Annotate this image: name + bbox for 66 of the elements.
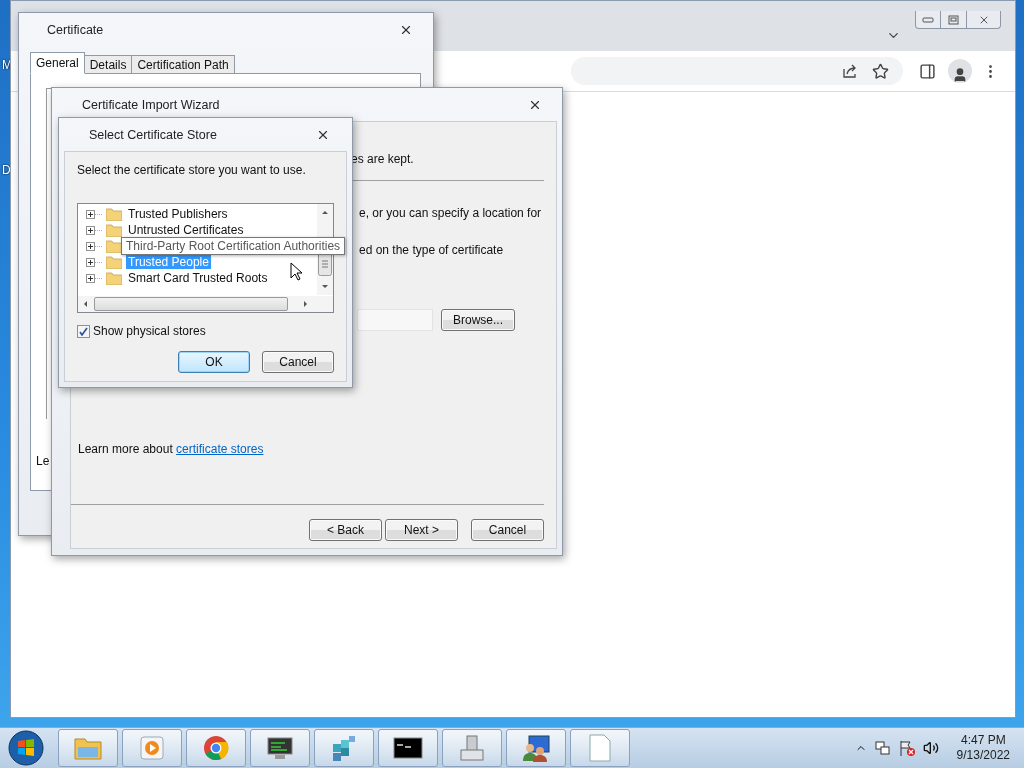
tree-item-label[interactable]: Smart Card Trusted Roots	[126, 271, 270, 285]
window-title: Certificate Import Wizard	[82, 97, 220, 112]
server-icon	[458, 734, 486, 762]
expand-icon[interactable]	[86, 257, 102, 267]
share-icon[interactable]	[842, 63, 858, 79]
volume-icon[interactable]	[922, 740, 939, 756]
wizard-button[interactable]: Next >	[385, 519, 458, 541]
window-title: Certificate	[47, 22, 104, 37]
checkbox-label[interactable]: Show physical stores	[93, 324, 206, 338]
folder-icon	[106, 223, 122, 237]
taskbar-app-button[interactable]	[378, 729, 438, 767]
flag-error-icon[interactable]	[898, 740, 915, 756]
expand-icon[interactable]	[86, 241, 102, 251]
dialog-button[interactable]: OK	[178, 351, 250, 373]
terminal-icon	[393, 737, 423, 759]
tree-item[interactable]: Smart Card Trusted Roots	[86, 270, 270, 286]
wizard-button[interactable]: < Back	[309, 519, 382, 541]
side-panel-icon[interactable]	[919, 62, 936, 80]
browse-button[interactable]: Browse...	[441, 309, 515, 331]
media-player-icon	[139, 735, 165, 761]
folder-icon	[106, 207, 122, 221]
tree-item-label[interactable]: Untrusted Certificates	[126, 223, 246, 237]
folder-icon	[106, 271, 122, 285]
window-title: Select Certificate Store	[89, 127, 217, 142]
tab[interactable]: Certification Path	[131, 55, 235, 74]
folder-icon	[106, 239, 122, 253]
horizontal-scrollbar[interactable]	[78, 296, 333, 312]
dialog-button[interactable]: Cancel	[262, 351, 334, 373]
description-text: e, or you can specify a location for	[359, 206, 543, 220]
users-icon	[521, 734, 551, 762]
monitor-icon	[265, 735, 295, 761]
tree-item[interactable]: Trusted Publishers	[86, 206, 230, 222]
wizard-button[interactable]: Cancel	[471, 519, 544, 541]
star-icon[interactable]	[872, 62, 889, 80]
desktop-icon-label[interactable]: D	[2, 163, 11, 177]
learn-more-text: Learn more about certificate stores	[78, 442, 265, 456]
document-icon	[588, 734, 612, 762]
tab[interactable]: General	[30, 52, 85, 74]
network-icon[interactable]	[874, 740, 891, 756]
scrollbar-thumb[interactable]	[94, 297, 288, 311]
profile-avatar[interactable]	[948, 59, 972, 83]
tree-item[interactable]: Untrusted Certificates	[86, 222, 246, 238]
taskbar-app-button[interactable]	[250, 729, 310, 767]
folder-icon	[106, 255, 122, 269]
expand-icon[interactable]	[86, 209, 102, 219]
clock[interactable]: 4:47 PM 9/13/2022	[956, 733, 1010, 763]
tab[interactable]: Details	[83, 55, 133, 74]
maximize-icon[interactable]	[948, 14, 959, 25]
minimize-icon[interactable]	[922, 16, 934, 23]
path-field[interactable]	[357, 309, 433, 331]
certificate-stores-link[interactable]: certificate stores	[176, 442, 264, 456]
description-text: ed on the type of certificate	[359, 243, 505, 257]
tree-item[interactable]: Third-Party Root Certification Authorities	[86, 238, 346, 254]
learn-more-text: Le	[36, 454, 50, 468]
desktop-icon-label[interactable]: M	[2, 58, 12, 72]
taskbar-app-button[interactable]	[506, 729, 566, 767]
expand-icon[interactable]	[86, 273, 102, 283]
tooltip: Third-Party Root Certification Authorities	[121, 237, 346, 255]
tree-item-label[interactable]: Trusted Publishers	[126, 207, 230, 221]
instruction-text: Select the certificate store you want to use.	[77, 163, 307, 177]
checkbox[interactable]	[77, 324, 90, 338]
folder-icon	[73, 735, 103, 761]
mouse-cursor	[290, 262, 302, 281]
start-button[interactable]	[6, 729, 46, 767]
browser-logo-icon	[203, 735, 229, 761]
expand-icon[interactable]	[86, 225, 102, 235]
